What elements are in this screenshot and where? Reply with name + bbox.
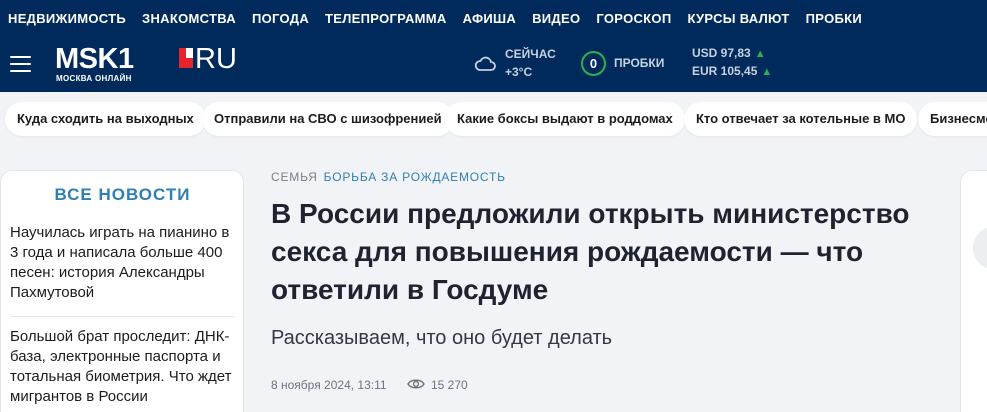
usd-rate: USD 97,83	[692, 46, 751, 60]
breadcrumb: СЕМЬЯ БОРЬБА ЗА РОЖДАЕМОСТЬ	[271, 170, 506, 184]
eye-icon	[407, 379, 425, 389]
news-divider	[10, 316, 235, 317]
tag-business[interactable]: Бизнесме	[918, 102, 987, 136]
menu-icon[interactable]	[10, 56, 31, 72]
logo-ru: RU	[195, 43, 237, 75]
news-item-2[interactable]: Большой брат проследит: ДНК-база, электр…	[10, 327, 235, 407]
usd-up-icon: ▲	[754, 48, 766, 60]
nav-item-afisha[interactable]: АФИША	[463, 11, 516, 26]
eur-up-icon: ▲	[761, 66, 773, 78]
news-sidebar: ВСЕ НОВОСТИ Научилась играть на пианино …	[0, 170, 244, 412]
logo-word: MSK1	[55, 43, 134, 75]
tag-maternity[interactable]: Какие боксы выдают в роддомах	[445, 102, 685, 136]
logo-white-notch	[186, 48, 193, 58]
article-meta: 8 ноября 2024, 13:11 15 270	[271, 378, 468, 392]
eur-rate: EUR 105,45	[692, 64, 758, 78]
article-views: 15 270	[431, 378, 468, 392]
traffic-label: ПРОБКИ	[614, 56, 665, 70]
nav-item-currency[interactable]: КУРСЫ ВАЛЮТ	[687, 11, 789, 26]
cloud-icon	[474, 56, 496, 71]
article-subtitle: Рассказываем, что оно будет делать	[271, 327, 613, 349]
article-date: 8 ноября 2024, 13:11	[271, 378, 387, 392]
nav-item-tv[interactable]: ТЕЛЕПРОГРАММА	[325, 11, 447, 26]
nav-item-video[interactable]: ВИДЕО	[532, 11, 580, 26]
tag-weekend[interactable]: Куда сходить на выходных	[5, 102, 206, 136]
top-nav: НЕДВИЖИМОСТЬ ЗНАКОМСТВА ПОГОДА ТЕЛЕПРОГР…	[0, 0, 987, 36]
nav-item-realty[interactable]: НЕДВИЖИМОСТЬ	[8, 11, 126, 26]
traffic-score: 0	[581, 51, 606, 76]
tag-boilers[interactable]: Кто отвечает за котельные в МО	[684, 102, 918, 136]
weather-temp: +3°C	[505, 65, 533, 79]
nav-item-dating[interactable]: ЗНАКОМСТВА	[142, 11, 236, 26]
nav-item-traffic[interactable]: ПРОБКИ	[806, 11, 862, 26]
trending-tags: Куда сходить на выходных Отправили на СВ…	[0, 92, 987, 147]
logo-subtitle: МОСКВА ОНЛАЙН	[56, 74, 132, 83]
tag-svo[interactable]: Отправили на СВО с шизофренией	[202, 102, 454, 136]
nav-item-horoscope[interactable]: ГОРОСКОП	[596, 11, 671, 26]
article-category[interactable]: СЕМЬЯ	[271, 170, 318, 184]
currency-widget[interactable]: USD 97,83 ▲ EUR 105,45 ▲	[692, 46, 772, 82]
share-button[interactable]	[973, 226, 987, 270]
sidebar-heading[interactable]: ВСЕ НОВОСТИ	[1, 185, 243, 205]
weather-label: СЕЙЧАС	[505, 47, 556, 61]
news-item-1[interactable]: Научилась играть на пианино в 3 года и н…	[10, 223, 235, 303]
right-card	[960, 170, 987, 412]
article-title: В России предложили открыть министерство…	[271, 198, 910, 305]
nav-item-weather[interactable]: ПОГОДА	[252, 11, 309, 26]
article-rubric[interactable]: БОРЬБА ЗА РОЖДАЕМОСТЬ	[324, 170, 506, 184]
site-header: MSK1 RU МОСКВА ОНЛАЙН СЕЙЧАС +3°C 0 ПРОБ…	[0, 36, 987, 92]
